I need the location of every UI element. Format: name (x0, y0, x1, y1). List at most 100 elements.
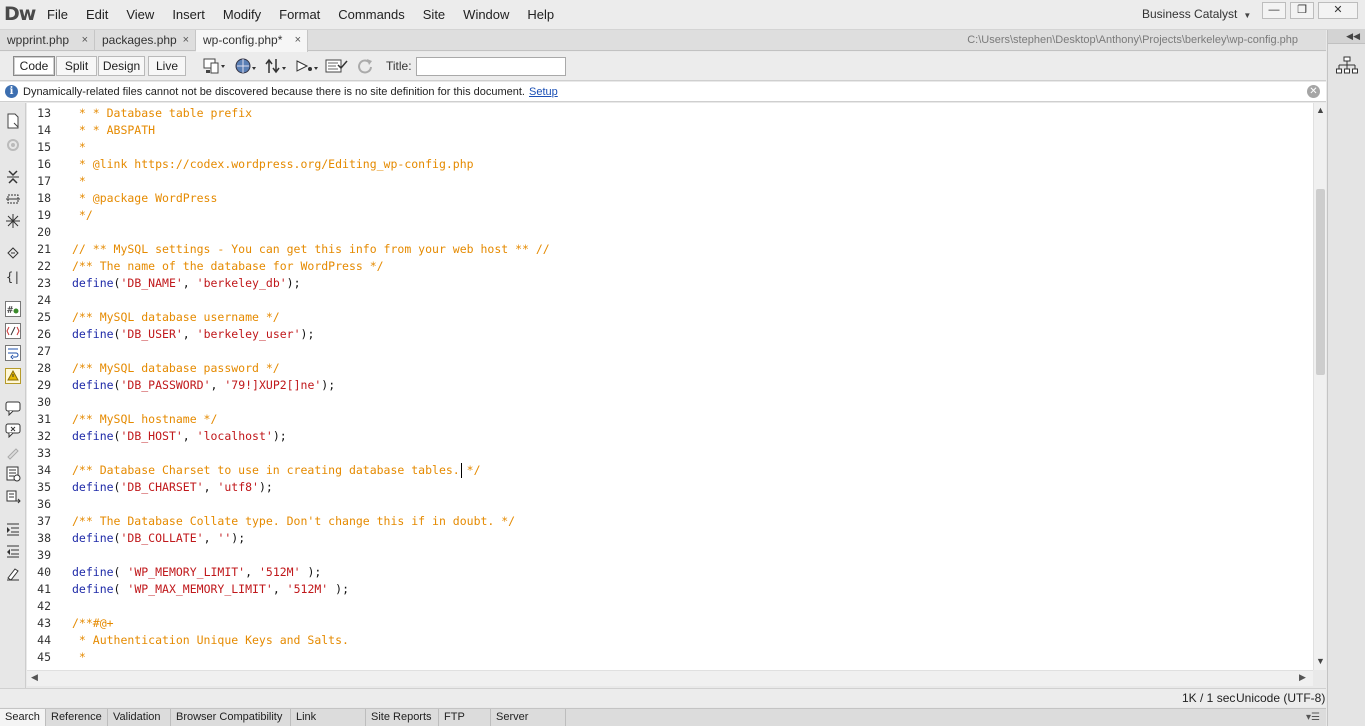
code-token: 'DB_CHARSET' (120, 480, 204, 494)
svg-text:#: # (7, 305, 13, 316)
code-token: 'DB_PASSWORD' (120, 378, 211, 392)
preview-globe-icon[interactable] (234, 57, 258, 75)
menu-view[interactable]: View (117, 0, 163, 30)
open-documents-icon[interactable] (5, 113, 21, 129)
code-line: 36 (27, 496, 1313, 513)
code-text: /**#@+ (72, 615, 114, 632)
tab-reference[interactable]: Reference (46, 709, 108, 726)
word-wrap-icon[interactable] (5, 345, 21, 361)
menu-help[interactable]: Help (518, 0, 563, 30)
indent-code-icon[interactable] (5, 521, 21, 537)
code-token: 'WP_MAX_MEMORY_LIMIT' (127, 582, 273, 596)
menu-commands[interactable]: Commands (329, 0, 413, 30)
close-window-button[interactable]: ✕ (1318, 2, 1358, 19)
apply-comment-icon[interactable] (5, 400, 21, 416)
multiscreen-icon[interactable] (202, 57, 226, 75)
minimize-button[interactable]: — (1262, 2, 1286, 19)
code-view-button[interactable]: Code (13, 56, 55, 76)
tab-packages[interactable]: packages.php × (95, 30, 196, 51)
tab-site-reports[interactable]: Site Reports (366, 709, 439, 726)
scroll-left-icon[interactable]: ◀ (31, 672, 38, 683)
split-view-button[interactable]: Split (56, 56, 97, 76)
line-numbers-icon[interactable]: # (5, 301, 21, 317)
scrollbar-thumb[interactable] (1316, 189, 1325, 375)
format-source-code-icon[interactable] (5, 565, 21, 581)
code-text: /** The Database Collate type. Don't cha… (72, 513, 515, 530)
file-management-icon[interactable] (264, 57, 288, 75)
tab-server-debug[interactable]: Server Debug (491, 709, 566, 726)
code-token: 'DB_USER' (120, 327, 183, 341)
code-token: '512M' (258, 565, 301, 579)
code-line: 34 /** Database Charset to use in creatin… (27, 462, 1313, 479)
expand-all-icon[interactable] (5, 213, 21, 229)
panel-options-icon[interactable]: ▾☰ (1306, 709, 1320, 726)
live-view-button[interactable]: Live (148, 56, 186, 76)
vertical-scrollbar[interactable]: ▲ ▼ (1313, 103, 1326, 670)
menu-site[interactable]: Site (414, 0, 454, 30)
code-token: define (72, 565, 114, 579)
title-input[interactable] (416, 57, 566, 76)
panel-dock-header[interactable]: ◀◀ (1328, 30, 1365, 44)
files-panel-icon[interactable] (1336, 56, 1358, 76)
tab-link-checker[interactable]: Link Checker (291, 709, 366, 726)
close-tab-icon[interactable]: × (295, 30, 301, 50)
line-number: 42 (37, 599, 51, 613)
syntax-error-alerts-icon[interactable] (5, 368, 21, 384)
tab-browser-compatibility[interactable]: Browser Compatibility (171, 709, 291, 726)
balance-braces-icon[interactable]: {|} (5, 268, 21, 284)
setup-link[interactable]: Setup (529, 86, 558, 98)
code-token: * Authentication Unique Keys and Salts. (72, 633, 349, 647)
close-tab-icon[interactable]: × (183, 30, 189, 50)
select-parent-tag-icon[interactable] (5, 245, 21, 261)
tab-validation[interactable]: Validation (108, 709, 171, 726)
validate-markup-icon[interactable] (325, 57, 349, 75)
close-tab-icon[interactable]: × (82, 30, 88, 50)
refresh-icon[interactable] (354, 57, 378, 75)
code-editor[interactable]: 13 * * Database table prefix 14 * * ABSPA… (27, 103, 1313, 670)
highlight-invalid-code-icon[interactable] (5, 323, 21, 339)
document-toolbar: Code Split Design Live Title: (0, 52, 1326, 81)
code-token: '' (217, 531, 232, 545)
expand-panels-icon[interactable]: ◀◀ (1346, 30, 1360, 43)
menu-modify[interactable]: Modify (214, 0, 270, 30)
close-infobar-icon[interactable]: ✕ (1307, 85, 1320, 98)
move-css-icon[interactable] (5, 489, 21, 505)
recent-snippets-icon[interactable] (5, 466, 21, 482)
menu-insert[interactable]: Insert (163, 0, 214, 30)
tab-wpprint[interactable]: wpprint.php × (0, 30, 95, 51)
workspace-switcher[interactable]: Business Catalyst ▼ (1142, 0, 1251, 30)
menu-edit[interactable]: Edit (77, 0, 117, 30)
menu-format[interactable]: Format (270, 0, 329, 30)
tab-search[interactable]: Search (0, 709, 46, 726)
tab-ftp-log[interactable]: FTP Log (439, 709, 491, 726)
code-text: * (72, 139, 86, 156)
code-token: define (72, 531, 114, 545)
design-view-button[interactable]: Design (98, 56, 145, 76)
line-number: 24 (37, 293, 51, 307)
code-line: 29 define('DB_PASSWORD', '79!]XUP2[]ne'); (27, 377, 1313, 394)
collapse-full-tag-icon[interactable] (5, 169, 21, 185)
line-number: 28 (37, 361, 51, 375)
menu-window[interactable]: Window (454, 0, 518, 30)
tab-wp-config[interactable]: wp-config.php* × (196, 30, 308, 52)
horizontal-scrollbar[interactable]: ◀ ▶ (27, 670, 1313, 686)
scroll-up-icon[interactable]: ▲ (1314, 105, 1327, 115)
code-token: /**#@+ (72, 616, 114, 630)
tab-label: packages.php (102, 33, 177, 47)
show-code-navigator-icon[interactable] (5, 137, 21, 153)
svg-text:{|}: {|} (6, 270, 21, 284)
outdent-code-icon[interactable] (5, 543, 21, 559)
scroll-down-icon[interactable]: ▼ (1314, 656, 1327, 666)
tab-label: wpprint.php (7, 33, 70, 47)
collapse-selection-icon[interactable] (5, 191, 21, 207)
code-token: ); (321, 378, 336, 392)
remove-comment-icon[interactable] (5, 422, 21, 438)
menu-file[interactable]: File (38, 0, 77, 30)
visual-aids-icon[interactable] (295, 57, 319, 75)
restore-button[interactable]: ❐ (1290, 2, 1314, 19)
scroll-right-icon[interactable]: ▶ (1299, 672, 1306, 683)
wrap-tag-icon[interactable] (5, 444, 21, 460)
code-text: * (72, 649, 86, 666)
code-text: * @link https://codex.wordpress.org/Edit… (72, 156, 474, 173)
code-text: define('DB_NAME', 'berkeley_db'); (72, 275, 301, 292)
